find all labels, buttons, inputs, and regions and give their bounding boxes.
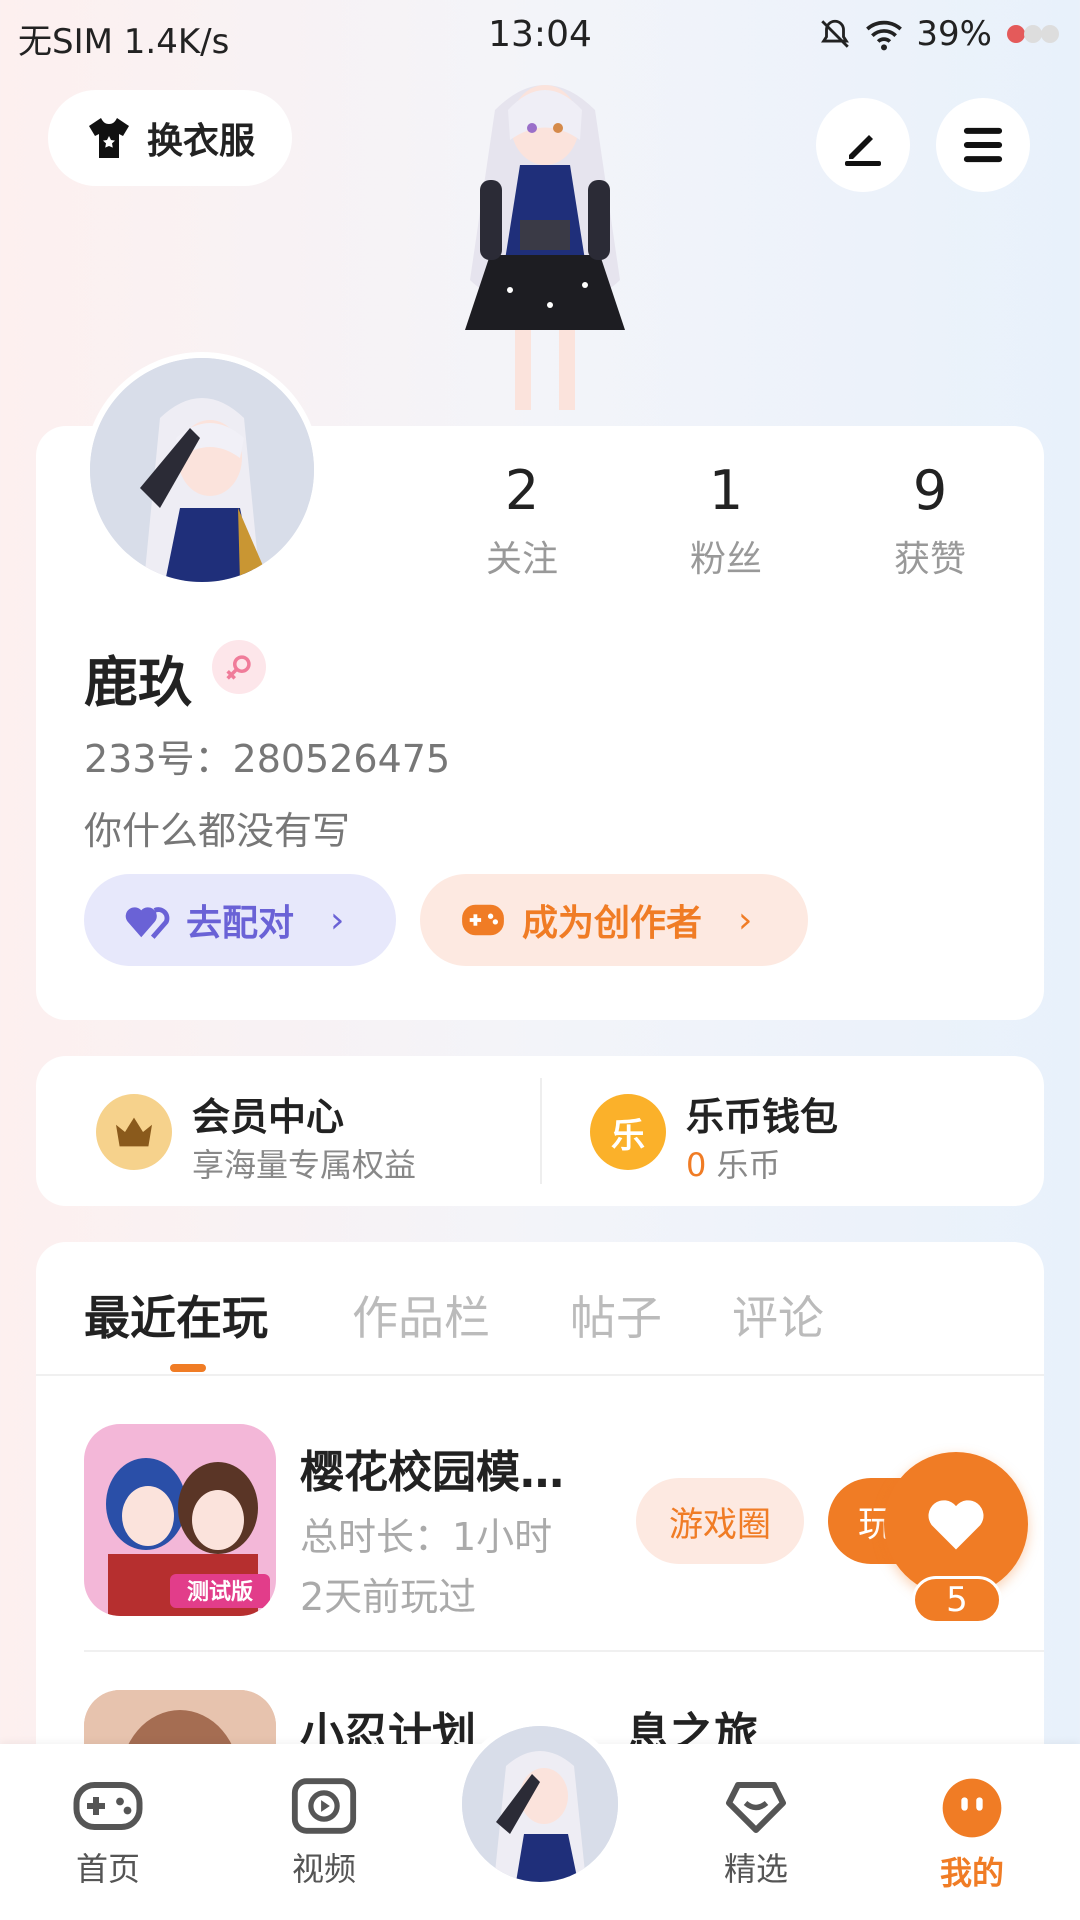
game-last-played: 2天前玩过: [300, 1575, 477, 1619]
stat-likes[interactable]: 9 获赞: [850, 460, 1010, 582]
wifi-icon: [866, 20, 903, 51]
game-duration: 总时长：1小时: [300, 1515, 553, 1559]
tab-indicator: [170, 1364, 206, 1372]
following-label: 关注: [485, 539, 558, 580]
user-id: 233号：280526475: [84, 737, 451, 781]
become-creator-label: 成为创作者: [522, 903, 703, 944]
game-icon[interactable]: 测试版: [84, 1424, 276, 1616]
smiley-face-icon: [942, 1778, 1002, 1838]
coin-amount: 0: [686, 1146, 707, 1184]
likes-label: 获赞: [893, 539, 966, 580]
nav-avatar-center[interactable]: [456, 1720, 624, 1888]
mute-bell-icon: [821, 19, 850, 48]
followers-label: 粉丝: [689, 539, 762, 580]
user-bio: 你什么都没有写: [84, 809, 351, 853]
hamburger-icon: [963, 127, 1003, 163]
become-creator-button[interactable]: 成为创作者 ›: [420, 874, 808, 966]
character-avatar-illustration[interactable]: [420, 70, 670, 430]
heart-icon: [928, 1500, 984, 1550]
member-center-title[interactable]: 会员中心: [192, 1086, 344, 1141]
nav-home-label: 首页: [75, 1850, 140, 1888]
coin-icon: 乐: [590, 1094, 666, 1170]
tab-comments[interactable]: 评论: [732, 1282, 824, 1348]
chevron-right-icon: ›: [330, 899, 345, 941]
nav-mine-label: 我的: [939, 1854, 1004, 1892]
tab-works[interactable]: 作品栏: [352, 1282, 490, 1348]
change-outfit-button[interactable]: 换衣服: [48, 90, 292, 186]
crown-icon: [96, 1094, 172, 1170]
tab-posts[interactable]: 帖子: [570, 1282, 662, 1348]
divider: [36, 1374, 1044, 1376]
following-count: 2: [504, 459, 540, 522]
video-play-icon: [291, 1778, 357, 1834]
status-icons: 39%: [818, 14, 1062, 54]
game-title[interactable]: 樱花校园模…: [300, 1436, 564, 1500]
nickname: 鹿玖: [84, 651, 192, 714]
member-center-subtitle: 享海量专属权益: [192, 1146, 417, 1184]
match-label: 去配对: [186, 903, 295, 944]
heart-pair-icon: [125, 907, 170, 939]
floating-like-button[interactable]: [884, 1452, 1028, 1596]
status-bar: 无SIM 1.4K/s 13:04 39%: [0, 0, 1080, 80]
chevron-right-icon: ›: [738, 899, 753, 941]
game-circle-button[interactable]: 游戏圈: [636, 1478, 804, 1564]
likes-count: 9: [912, 459, 948, 522]
stat-followers[interactable]: 1 粉丝: [646, 460, 806, 582]
nav-featured-label: 精选: [723, 1850, 788, 1888]
battery-percent: 39%: [916, 14, 992, 54]
game-icon-badge: 测试版: [187, 1580, 253, 1605]
nav-mine[interactable]: 我的: [902, 1776, 1042, 1894]
menu-button[interactable]: [936, 98, 1030, 192]
edit-profile-button[interactable]: [816, 98, 910, 192]
nav-featured[interactable]: 精选: [686, 1776, 826, 1890]
gamepad-icon: [462, 904, 504, 936]
nav-home[interactable]: 首页: [38, 1776, 178, 1890]
like-count-badge: 5: [912, 1576, 1002, 1624]
avatar-portrait: [90, 358, 314, 582]
coin-balance: 0 乐币: [686, 1140, 781, 1186]
followers-count: 1: [708, 459, 744, 522]
tshirt-icon: [88, 118, 129, 158]
profile-avatar[interactable]: [84, 352, 320, 588]
female-gender-icon: [212, 640, 266, 694]
heart-gem-icon: [726, 1782, 786, 1833]
nav-video-label: 视频: [291, 1850, 356, 1888]
gamepad-icon: [73, 1782, 143, 1830]
divider: [84, 1650, 1044, 1652]
avatar-portrait: [462, 1726, 618, 1882]
divider: [540, 1078, 542, 1184]
nav-video[interactable]: 视频: [254, 1776, 394, 1890]
change-outfit-label: 换衣服: [146, 121, 255, 162]
coin-wallet-title[interactable]: 乐币钱包: [686, 1086, 838, 1141]
battery-icon: [1007, 25, 1059, 43]
tab-recently-played[interactable]: 最近在玩: [84, 1282, 268, 1348]
pen-icon: [845, 135, 881, 166]
coin-unit: 乐币: [716, 1146, 781, 1184]
stat-following[interactable]: 2 关注: [442, 460, 602, 582]
match-button[interactable]: 去配对 ›: [84, 874, 396, 966]
